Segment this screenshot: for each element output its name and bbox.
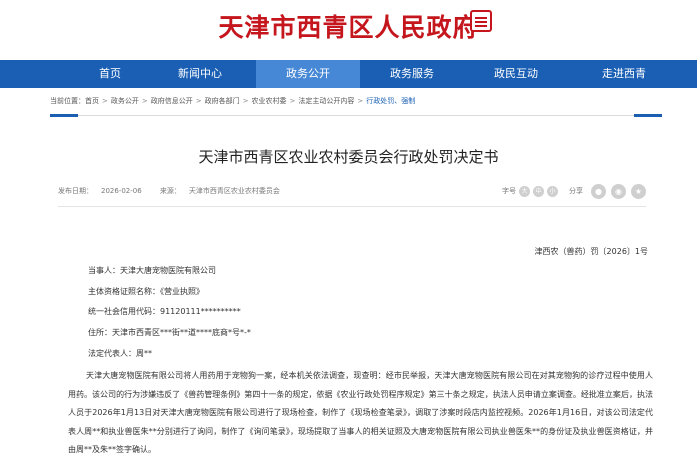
field-license: 主体资格证照名称：《营业执照》 (88, 287, 204, 296)
article-meta: 发布日期： 2026-02-06 来源： 天津市西青区农业农村委员会 (58, 186, 296, 196)
favorite-icon[interactable]: ★ (631, 183, 646, 199)
seal-logo-icon (470, 10, 492, 32)
breadcrumb-separator: > (102, 97, 108, 105)
nav-item-about[interactable]: 走进西青 (572, 60, 676, 88)
breadcrumb-item-departments[interactable]: 政府各部门 (205, 97, 240, 105)
weibo-icon[interactable]: ◉ (611, 183, 626, 199)
divider-accent-left (50, 114, 78, 117)
breadcrumb-item-statutory[interactable]: 法定主动公开内容 (298, 97, 354, 105)
nav-item-interaction[interactable]: 政民互动 (464, 60, 568, 88)
font-medium-button[interactable]: 中 (533, 185, 544, 197)
breadcrumb-item-info-open[interactable]: 政府信息公开 (151, 97, 193, 105)
font-small-button[interactable]: 小 (547, 185, 558, 197)
font-large-button[interactable]: 大 (519, 185, 530, 197)
breadcrumb-item-gov-open[interactable]: 政务公开 (111, 97, 139, 105)
publish-date-label: 发布日期： (58, 187, 93, 195)
breadcrumb-item-current[interactable]: 行政处罚、强制 (366, 97, 415, 105)
field-credit-code: 统一社会信用代码：91120111********** (88, 307, 241, 316)
site-title[interactable]: 天津市西青区人民政府 (0, 8, 697, 44)
article-body: 天津大唐宠物医院有限公司将人用药用于宠物狗一案，经本机关依法调查，现查明：经市民… (68, 371, 653, 454)
source: 天津市西青区农业农村委员会 (188, 187, 280, 195)
font-size-label: 字号 (502, 187, 516, 195)
breadcrumb-separator: > (242, 97, 249, 105)
field-party: 当事人：天津大唐宠物医院有限公司 (88, 266, 216, 275)
field-address: 住所：天津市西青区***街**道****底商*号*-* (88, 328, 251, 337)
nav-item-home[interactable]: 首页 (58, 60, 162, 88)
nav-item-gov-service[interactable]: 政务服务 (360, 60, 464, 88)
main-nav: 首页 新闻中心 政务公开 政务服务 政民互动 走进西青 (0, 60, 697, 88)
doc-number: 津西农（兽药）罚〔2026〕1号 (534, 247, 648, 256)
meta-divider (58, 206, 646, 207)
breadcrumb-separator: > (141, 97, 148, 105)
article-tools: 字号 大 中 小 分享 ● ◉ ★ (502, 183, 646, 199)
page-title: 天津市西青区农业农村委员会行政处罚决定书 (198, 148, 499, 166)
source-label: 来源： (159, 187, 181, 195)
publish-date: 2026-02-06 (101, 187, 142, 195)
site-header: 天津市西青区人民政府 (0, 0, 697, 60)
breadcrumb-prefix: 当前位置： (50, 97, 85, 105)
breadcrumb-separator: > (357, 97, 364, 105)
nav-item-gov-open[interactable]: 政务公开 (256, 60, 360, 88)
breadcrumb-item-agri[interactable]: 农业农村委 (252, 97, 287, 105)
breadcrumb-separator: > (289, 97, 296, 105)
breadcrumb: 当前位置：首页 > 政务公开 > 政府信息公开 > 政府各部门 > 农业农村委 > 法定主动公开内容… (50, 90, 662, 116)
breadcrumb-separator: > (195, 97, 202, 105)
wechat-icon[interactable]: ● (591, 183, 606, 199)
share-label: 分享 (569, 187, 583, 195)
nav-item-news[interactable]: 新闻中心 (148, 60, 252, 88)
breadcrumb-item-home[interactable]: 首页 (85, 97, 99, 105)
divider-accent-right (634, 114, 662, 117)
breadcrumb-divider (50, 115, 662, 116)
field-legal-rep: 法定代表人：周** (88, 349, 152, 358)
